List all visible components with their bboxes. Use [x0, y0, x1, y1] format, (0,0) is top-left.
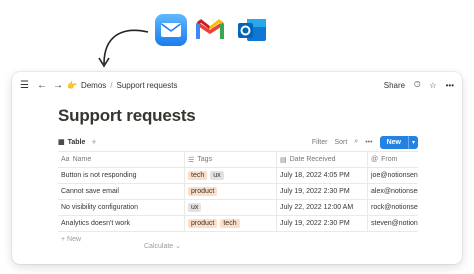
tag: tech — [188, 171, 208, 180]
tab-table-label: Table — [67, 138, 86, 146]
cell-name[interactable]: Analytics doesn't work — [58, 216, 185, 231]
table-row[interactable]: Cannot save email product July 19, 2022 … — [58, 184, 418, 200]
add-view-icon[interactable]: + — [91, 137, 96, 147]
cell-name[interactable]: Cannot save email — [58, 184, 185, 199]
column-header-from[interactable]: @ From — [368, 152, 418, 167]
calculate-label: Calculate — [144, 243, 174, 250]
table-row[interactable]: Button is not responding tech ux July 18… — [58, 168, 418, 184]
new-button-label[interactable]: New — [380, 136, 408, 149]
outlook-icon — [236, 14, 268, 46]
column-label: From — [381, 156, 398, 163]
table-row[interactable]: Analytics doesn't work product tech July… — [58, 216, 418, 232]
column-header-name[interactable]: Aa Name — [58, 152, 185, 167]
tag: product — [188, 187, 218, 196]
gmail-icon — [194, 14, 226, 46]
breadcrumb-demos[interactable]: Demos — [81, 81, 106, 90]
clock-icon[interactable]: 🕓︎ — [414, 80, 420, 90]
curved-arrow-icon — [98, 29, 149, 68]
cell-tags[interactable]: ux — [185, 200, 277, 215]
new-button[interactable]: New ▾ — [379, 135, 418, 149]
calculate-button[interactable]: Calculate ⌄ — [144, 242, 181, 250]
breadcrumb-separator: / — [110, 80, 113, 90]
breadcrumb-emoji: 👉 — [66, 80, 77, 90]
tag: tech — [220, 219, 240, 228]
table-header: Aa Name ☰ Tags ▤ Date Received @ From — [58, 152, 418, 168]
back-icon[interactable]: ← — [37, 80, 47, 91]
star-icon[interactable]: ☆ — [429, 81, 436, 90]
tag: product — [188, 219, 218, 228]
calendar-property-icon: ▤ — [280, 156, 287, 164]
breadcrumb: 👉 Demos / Support requests — [67, 81, 177, 90]
sort-button[interactable]: Sort — [334, 139, 347, 146]
tag: ux — [188, 203, 202, 212]
search-icon[interactable]: ⌕ — [354, 138, 358, 146]
cell-date[interactable]: July 19, 2022 2:30 PM — [277, 216, 368, 231]
chevron-down-icon[interactable]: ▾ — [407, 135, 418, 149]
cell-tags[interactable]: product tech — [185, 216, 277, 231]
text-property-icon: Aa — [61, 156, 70, 163]
view-bar: ▦ Table + Filter Sort ⌕ ••• New ▾ — [58, 134, 418, 152]
cell-from[interactable]: joe@notionsender.com — [368, 168, 418, 183]
column-header-tags[interactable]: ☰ Tags — [185, 152, 277, 167]
table-icon: ▦ — [58, 139, 65, 146]
database-table: Aa Name ☰ Tags ▤ Date Received @ From Button… — [58, 151, 418, 246]
column-label: Date Received — [289, 156, 336, 163]
column-label: Tags — [197, 156, 213, 163]
more-options-icon[interactable]: ••• — [365, 139, 372, 146]
cell-date[interactable]: July 22, 2022 12:00 AM — [277, 200, 368, 215]
top-bar: ☰ ← → 👉 Demos / Support requests Share 🕓… — [12, 72, 462, 98]
column-header-date[interactable]: ▤ Date Received — [277, 152, 368, 167]
cell-date[interactable]: July 19, 2022 2:30 PM — [277, 184, 368, 199]
forward-icon[interactable]: → — [53, 80, 63, 91]
filter-button[interactable]: Filter — [312, 139, 328, 146]
column-label: Name — [72, 156, 92, 163]
cell-tags[interactable]: product — [185, 184, 277, 199]
tag: ux — [210, 171, 224, 180]
table-row[interactable]: No visibility configuration ux July 22, … — [58, 200, 418, 216]
cell-name[interactable]: Button is not responding — [58, 168, 185, 183]
breadcrumb-support-requests[interactable]: Support requests — [117, 81, 178, 90]
list-property-icon: ☰ — [188, 156, 195, 164]
cell-from[interactable]: rock@notionsender.com — [368, 200, 418, 215]
add-row-label: New — [67, 235, 82, 243]
add-row-button[interactable]: + New — [58, 232, 418, 246]
tab-table[interactable]: ▦ Table — [58, 134, 86, 152]
page-title: Support requests — [58, 106, 196, 125]
share-button[interactable]: Share — [384, 81, 405, 90]
notion-window: ☰ ← → 👉 Demos / Support requests Share 🕓… — [12, 72, 462, 264]
more-icon[interactable]: ••• — [446, 81, 454, 90]
cell-from[interactable]: steven@notionsender.com — [368, 216, 418, 231]
menu-icon[interactable]: ☰ — [20, 80, 29, 91]
mail-app-icon — [155, 14, 187, 46]
cell-from[interactable]: alex@notionsender.com — [368, 184, 418, 199]
chevron-down-icon: ⌄ — [175, 243, 182, 250]
cell-date[interactable]: July 18, 2022 4:05 PM — [277, 168, 368, 183]
at-sign-icon: @ — [371, 156, 379, 163]
cell-tags[interactable]: tech ux — [185, 168, 277, 183]
cell-name[interactable]: No visibility configuration — [58, 200, 185, 215]
